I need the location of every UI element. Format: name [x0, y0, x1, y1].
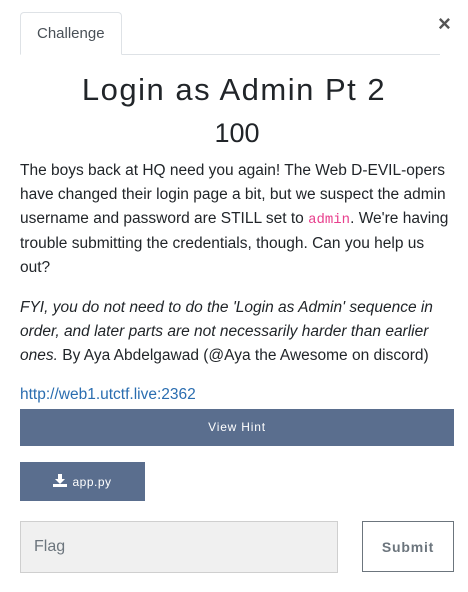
challenge-points: 100 [214, 118, 260, 148]
inline-code: admin [308, 212, 351, 228]
flag-input[interactable] [20, 521, 338, 573]
challenge-title: Login as Admin Pt 2 [81, 72, 387, 107]
download-file-button[interactable]: app.py [20, 462, 145, 501]
download-icon [53, 473, 68, 490]
challenge-link[interactable]: http://web1.utctf.live:2362 [20, 383, 196, 407]
description-paragraph-2: FYI, you do not need to do the 'Login as… [20, 296, 454, 368]
challenge-description: The boys back at HQ need you again! The … [20, 159, 454, 384]
tab-challenge[interactable]: Challenge [20, 12, 122, 55]
description-paragraph-1: The boys back at HQ need you again! The … [20, 159, 454, 280]
author-credit: By Aya Abdelgawad (@Aya the Awesome on d… [57, 347, 429, 364]
submit-button[interactable]: Submit [362, 521, 454, 572]
tab-bar: Challenge [20, 12, 440, 55]
view-hint-button[interactable]: View Hint [20, 409, 454, 446]
file-name: app.py [72, 474, 112, 489]
